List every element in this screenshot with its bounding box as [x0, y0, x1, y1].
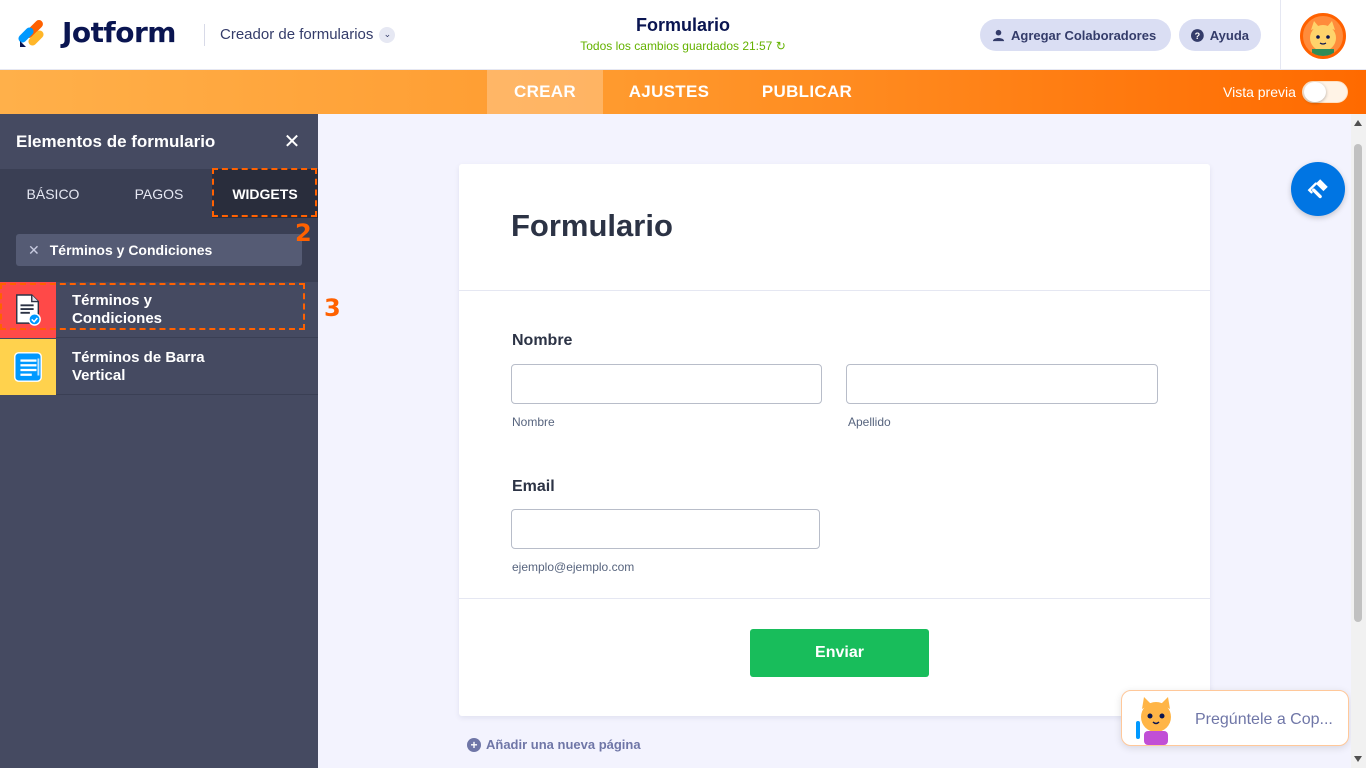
- jotform-logo[interactable]: Jotform: [18, 16, 176, 49]
- header-divider: [204, 24, 205, 46]
- form-title[interactable]: Formulario: [583, 15, 783, 36]
- form-card: Formulario Nombre Nombre Apellido Email …: [459, 164, 1210, 716]
- search-value: Términos y Condiciones: [49, 242, 213, 258]
- scroll-up-arrow-icon[interactable]: [1354, 120, 1362, 126]
- preview-toggle[interactable]: [1302, 81, 1348, 103]
- email-input[interactable]: [511, 509, 820, 549]
- widget-label-vertical-terms: Términos de Barra Vertical: [72, 348, 205, 384]
- tab-crear[interactable]: CREAR: [487, 70, 603, 114]
- svg-text:?: ?: [1195, 31, 1201, 41]
- cat-avatar-icon: [1310, 21, 1336, 56]
- annotation-number-2: 2: [295, 219, 312, 247]
- toggle-knob: [1304, 82, 1326, 102]
- widget-label-terms: Términos y Condiciones: [72, 291, 163, 327]
- copilot-chat-bubble[interactable]: Pregúntele a Cop...: [1121, 690, 1349, 746]
- chevron-down-icon: ⌄: [379, 26, 396, 43]
- terms-document-icon: [0, 281, 56, 338]
- tab-widgets[interactable]: WIDGETS: [212, 169, 318, 218]
- widget-item-terms[interactable]: Términos y Condiciones: [0, 281, 318, 338]
- page-scrollbar[interactable]: [1351, 114, 1366, 768]
- submit-button[interactable]: Enviar: [750, 629, 929, 677]
- close-icon[interactable]: ✕: [282, 132, 302, 152]
- add-page-button[interactable]: + Añadir una nueva página: [467, 737, 641, 752]
- vertical-list-icon: [0, 338, 56, 395]
- tab-basico[interactable]: BÁSICO: [0, 169, 106, 218]
- preview-label: Vista previa: [1223, 84, 1296, 100]
- last-name-input[interactable]: [846, 364, 1158, 404]
- scrollbar-thumb[interactable]: [1354, 144, 1362, 622]
- header-separator: [1280, 0, 1281, 70]
- email-field-label: Email: [512, 478, 555, 495]
- widget-item-vertical-terms[interactable]: Términos de Barra Vertical: [0, 338, 318, 395]
- scroll-down-arrow-icon[interactable]: [1354, 756, 1362, 762]
- search-filter-chip[interactable]: ✕ Términos y Condiciones: [16, 234, 302, 266]
- top-header: Jotform Creador de formularios ⌄ Formula…: [0, 0, 1366, 70]
- builder-dropdown-label: Creador de formularios: [220, 26, 374, 43]
- tab-ajustes[interactable]: AJUSTES: [614, 70, 724, 114]
- form-designer-button[interactable]: [1291, 162, 1345, 216]
- clear-search-icon[interactable]: ✕: [28, 242, 40, 259]
- plus-circle-icon: +: [467, 737, 481, 752]
- panel-title: Elementos de formulario: [16, 132, 216, 151]
- builder-dropdown[interactable]: Creador de formularios ⌄: [220, 26, 396, 43]
- name-field-label: Nombre: [512, 332, 573, 349]
- jotform-logo-icon: [18, 19, 44, 47]
- heading-divider: [459, 290, 1210, 291]
- logo-text: Jotform: [62, 16, 176, 49]
- search-row: ✕ Términos y Condiciones: [0, 218, 318, 282]
- add-page-label: Añadir una nueva página: [486, 737, 641, 752]
- save-status: Todos los cambios guardados 21:57 ↻: [580, 39, 786, 53]
- add-collaborators-button[interactable]: Agregar Colaboradores: [980, 19, 1171, 51]
- help-button[interactable]: ? Ayuda: [1179, 19, 1261, 51]
- form-heading[interactable]: Formulario: [511, 208, 673, 244]
- copilot-prompt-text: Pregúntele a Cop...: [1195, 711, 1333, 728]
- user-avatar[interactable]: [1300, 13, 1346, 59]
- tab-pagos[interactable]: PAGOS: [106, 169, 212, 218]
- question-icon: ?: [1191, 28, 1204, 42]
- last-name-sublabel: Apellido: [848, 415, 891, 429]
- email-sublabel: ejemplo@ejemplo.com: [512, 560, 635, 574]
- copilot-cat-icon: [1136, 697, 1171, 745]
- first-name-input[interactable]: [511, 364, 822, 404]
- first-name-sublabel: Nombre: [512, 415, 555, 429]
- add-collaborators-label: Agregar Colaboradores: [1011, 27, 1157, 43]
- form-elements-panel: Elementos de formulario ✕ BÁSICO PAGOS W…: [0, 114, 318, 768]
- paint-roller-icon: [1307, 179, 1328, 199]
- annotation-number-3: 3: [324, 294, 341, 322]
- user-icon: [992, 29, 1005, 41]
- help-label: Ayuda: [1209, 27, 1249, 43]
- builder-nav-bar: CREAR AJUSTES PUBLICAR Vista previa: [0, 70, 1366, 114]
- submit-divider: [459, 598, 1210, 599]
- panel-tabs: BÁSICO PAGOS WIDGETS: [0, 169, 318, 218]
- tab-publicar[interactable]: PUBLICAR: [748, 70, 866, 114]
